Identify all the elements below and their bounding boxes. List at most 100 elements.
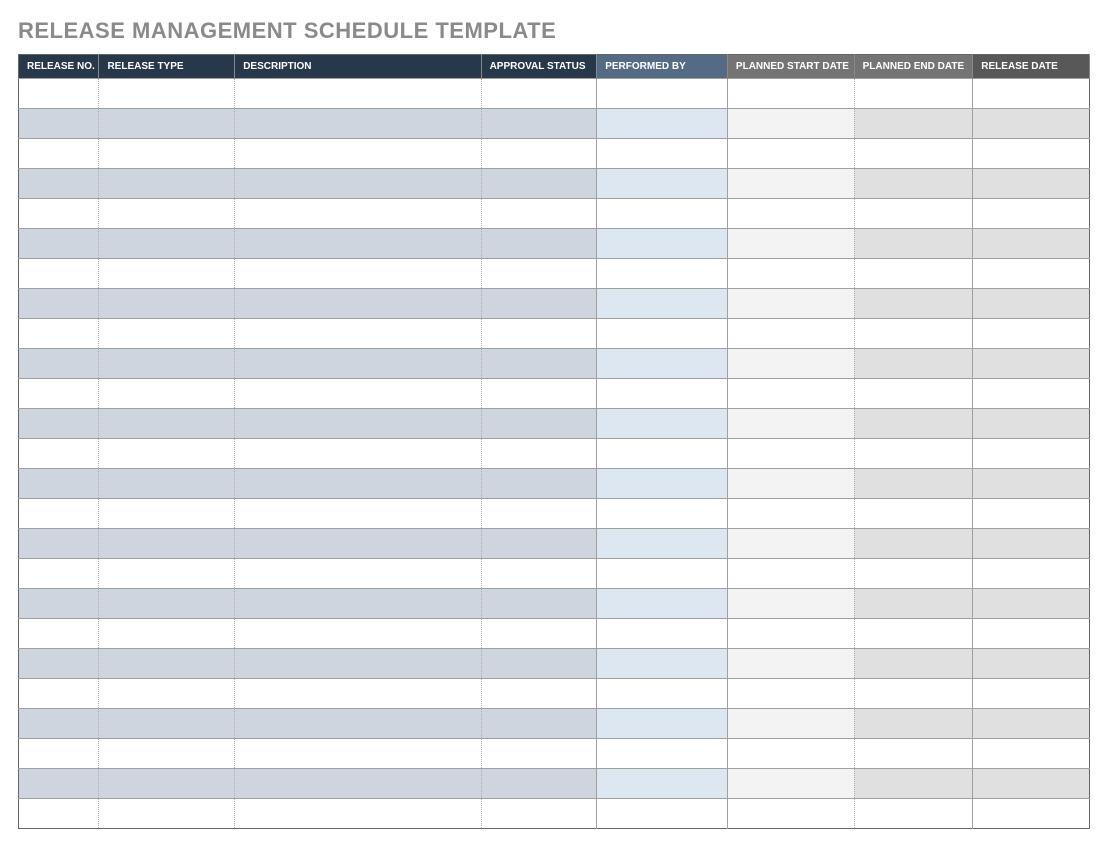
cell[interactable]: [481, 349, 597, 379]
cell[interactable]: [235, 559, 481, 589]
cell[interactable]: [235, 109, 481, 139]
cell[interactable]: [597, 439, 728, 469]
cell[interactable]: [973, 409, 1090, 439]
cell[interactable]: [854, 139, 973, 169]
cell[interactable]: [235, 499, 481, 529]
cell[interactable]: [973, 379, 1090, 409]
cell[interactable]: [727, 649, 854, 679]
cell[interactable]: [854, 559, 973, 589]
cell[interactable]: [235, 319, 481, 349]
cell[interactable]: [973, 259, 1090, 289]
cell[interactable]: [481, 739, 597, 769]
cell[interactable]: [597, 379, 728, 409]
cell[interactable]: [19, 199, 99, 229]
cell[interactable]: [481, 769, 597, 799]
cell[interactable]: [235, 139, 481, 169]
cell[interactable]: [597, 319, 728, 349]
cell[interactable]: [973, 649, 1090, 679]
cell[interactable]: [597, 199, 728, 229]
cell[interactable]: [99, 439, 235, 469]
cell[interactable]: [99, 79, 235, 109]
cell[interactable]: [235, 529, 481, 559]
cell[interactable]: [19, 229, 99, 259]
cell[interactable]: [99, 649, 235, 679]
cell[interactable]: [973, 529, 1090, 559]
cell[interactable]: [19, 109, 99, 139]
cell[interactable]: [235, 199, 481, 229]
cell[interactable]: [235, 469, 481, 499]
cell[interactable]: [727, 289, 854, 319]
cell[interactable]: [481, 469, 597, 499]
cell[interactable]: [973, 619, 1090, 649]
cell[interactable]: [19, 169, 99, 199]
cell[interactable]: [19, 289, 99, 319]
cell[interactable]: [727, 709, 854, 739]
cell[interactable]: [19, 79, 99, 109]
cell[interactable]: [19, 619, 99, 649]
cell[interactable]: [973, 439, 1090, 469]
cell[interactable]: [597, 739, 728, 769]
cell[interactable]: [854, 289, 973, 319]
cell[interactable]: [973, 169, 1090, 199]
cell[interactable]: [597, 709, 728, 739]
cell[interactable]: [727, 319, 854, 349]
cell[interactable]: [481, 679, 597, 709]
cell[interactable]: [973, 109, 1090, 139]
cell[interactable]: [597, 799, 728, 829]
cell[interactable]: [19, 529, 99, 559]
cell[interactable]: [235, 799, 481, 829]
cell[interactable]: [854, 769, 973, 799]
cell[interactable]: [99, 769, 235, 799]
cell[interactable]: [481, 169, 597, 199]
cell[interactable]: [597, 649, 728, 679]
cell[interactable]: [99, 109, 235, 139]
cell[interactable]: [597, 409, 728, 439]
cell[interactable]: [727, 79, 854, 109]
cell[interactable]: [481, 589, 597, 619]
cell[interactable]: [481, 229, 597, 259]
cell[interactable]: [973, 319, 1090, 349]
cell[interactable]: [235, 769, 481, 799]
cell[interactable]: [727, 169, 854, 199]
cell[interactable]: [481, 289, 597, 319]
cell[interactable]: [727, 109, 854, 139]
cell[interactable]: [597, 169, 728, 199]
cell[interactable]: [597, 679, 728, 709]
cell[interactable]: [19, 769, 99, 799]
cell[interactable]: [235, 229, 481, 259]
cell[interactable]: [235, 649, 481, 679]
cell[interactable]: [727, 139, 854, 169]
cell[interactable]: [854, 619, 973, 649]
cell[interactable]: [727, 229, 854, 259]
cell[interactable]: [19, 319, 99, 349]
cell[interactable]: [19, 739, 99, 769]
cell[interactable]: [99, 409, 235, 439]
cell[interactable]: [597, 349, 728, 379]
cell[interactable]: [99, 529, 235, 559]
cell[interactable]: [973, 499, 1090, 529]
cell[interactable]: [235, 439, 481, 469]
cell[interactable]: [597, 529, 728, 559]
cell[interactable]: [973, 289, 1090, 319]
cell[interactable]: [99, 499, 235, 529]
cell[interactable]: [235, 349, 481, 379]
cell[interactable]: [854, 499, 973, 529]
cell[interactable]: [597, 229, 728, 259]
cell[interactable]: [727, 799, 854, 829]
cell[interactable]: [481, 529, 597, 559]
cell[interactable]: [727, 499, 854, 529]
cell[interactable]: [973, 139, 1090, 169]
cell[interactable]: [19, 649, 99, 679]
cell[interactable]: [727, 379, 854, 409]
cell[interactable]: [854, 169, 973, 199]
cell[interactable]: [99, 199, 235, 229]
cell[interactable]: [19, 349, 99, 379]
cell[interactable]: [597, 769, 728, 799]
cell[interactable]: [727, 739, 854, 769]
cell[interactable]: [99, 589, 235, 619]
cell[interactable]: [19, 709, 99, 739]
cell[interactable]: [235, 709, 481, 739]
cell[interactable]: [99, 289, 235, 319]
cell[interactable]: [481, 709, 597, 739]
cell[interactable]: [235, 169, 481, 199]
